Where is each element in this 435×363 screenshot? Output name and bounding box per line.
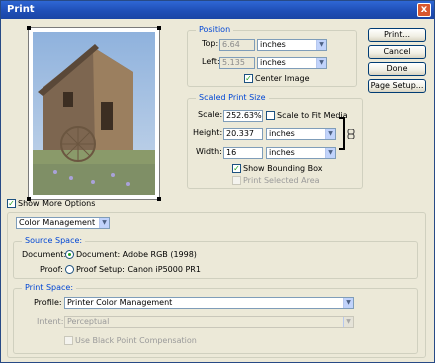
- print-selected-area-label: Print Selected Area: [243, 176, 320, 185]
- width-unit-select[interactable]: inches ▼: [266, 147, 336, 159]
- position-group-title: Position: [196, 25, 234, 34]
- more-options-group: Color Management ▼ Source Space: Documen…: [7, 212, 426, 358]
- width-input[interactable]: 16: [223, 147, 263, 159]
- chevron-down-icon[interactable]: ▼: [316, 40, 326, 50]
- proportion-bracket: [339, 117, 345, 150]
- page-setup-button[interactable]: Page Setup...: [368, 79, 426, 93]
- show-bounding-box-checkbox[interactable]: ✓: [232, 164, 241, 173]
- show-bounding-box-label: Show Bounding Box: [243, 164, 323, 173]
- show-more-options-label: Show More Options: [18, 199, 96, 208]
- print-dialog: Print x Position Top: 6.64 inches ▼ Left…: [0, 0, 435, 363]
- preview-handle[interactable]: [157, 26, 161, 30]
- proof-radio[interactable]: [65, 265, 74, 274]
- print-selected-area-checkbox[interactable]: [232, 176, 241, 185]
- chevron-down-icon[interactable]: ▼: [343, 317, 353, 327]
- source-space-group: Source Space: Document: Document: Adobe …: [13, 236, 418, 279]
- close-button[interactable]: x: [417, 3, 431, 17]
- left-unit-value: inches: [260, 58, 286, 67]
- scaled-print-size-group: Scaled Print Size Scale: 252.63% Scale t…: [187, 93, 363, 189]
- show-more-options-checkbox[interactable]: ✓: [7, 199, 16, 208]
- document-option-label: Document: Adobe RGB (1998): [76, 250, 197, 259]
- chevron-down-icon[interactable]: ▼: [99, 218, 109, 228]
- print-button[interactable]: Print...: [368, 28, 426, 42]
- options-type-select[interactable]: Color Management ▼: [16, 217, 110, 229]
- source-space-title: Source Space:: [22, 236, 86, 245]
- top-unit-value: inches: [260, 40, 286, 49]
- preview-image: [33, 32, 155, 195]
- preview-handle[interactable]: [27, 26, 31, 30]
- left-unit-select[interactable]: inches ▼: [257, 57, 327, 69]
- top-label: Top:: [202, 39, 219, 48]
- profile-label: Profile:: [34, 298, 62, 307]
- left-label: Left:: [202, 57, 220, 66]
- proof-label: Proof:: [40, 265, 63, 274]
- scale-to-fit-label: Scale to Fit Media: [277, 111, 348, 120]
- center-image-checkbox[interactable]: ✓: [244, 74, 253, 83]
- height-unit-value: inches: [269, 129, 295, 138]
- scale-input[interactable]: 252.63%: [223, 110, 263, 122]
- scale-label: Scale:: [198, 110, 223, 119]
- profile-select[interactable]: Printer Color Management ▼: [64, 297, 354, 309]
- chevron-down-icon[interactable]: ▼: [316, 58, 326, 68]
- profile-value: Printer Color Management: [67, 298, 173, 307]
- intent-label: Intent:: [37, 317, 64, 326]
- height-label: Height:: [193, 128, 223, 137]
- print-space-group: Print Space: Profile: Printer Color Mana…: [13, 283, 418, 354]
- height-input[interactable]: 20.337: [223, 128, 263, 140]
- document-label: Document:: [22, 250, 67, 259]
- position-group: Position Top: 6.64 inches ▼ Left: 5.135 …: [187, 25, 357, 87]
- left-input[interactable]: 5.135: [219, 57, 255, 69]
- print-preview[interactable]: [27, 26, 161, 201]
- proof-option-label: Proof Setup: Canon iP5000 PR1: [76, 265, 201, 274]
- options-type-value: Color Management: [19, 218, 96, 227]
- top-unit-select[interactable]: inches ▼: [257, 39, 327, 51]
- width-label: Width:: [196, 147, 222, 156]
- document-radio[interactable]: [65, 250, 74, 259]
- top-input[interactable]: 6.64: [219, 39, 255, 51]
- black-point-checkbox[interactable]: [64, 336, 73, 345]
- chevron-down-icon[interactable]: ▼: [325, 148, 335, 158]
- width-unit-value: inches: [269, 148, 295, 157]
- center-image-label: Center Image: [255, 74, 310, 83]
- title-bar: Print x: [1, 1, 434, 19]
- chevron-down-icon[interactable]: ▼: [343, 298, 353, 308]
- intent-select[interactable]: Perceptual ▼: [64, 316, 354, 328]
- window-title: Print: [7, 4, 35, 15]
- height-unit-select[interactable]: inches ▼: [266, 128, 336, 140]
- chevron-down-icon[interactable]: ▼: [325, 129, 335, 139]
- scaled-print-size-title: Scaled Print Size: [196, 93, 269, 102]
- black-point-label: Use Black Point Compensation: [75, 336, 197, 345]
- cancel-button[interactable]: Cancel: [368, 45, 426, 59]
- preview-handle[interactable]: [157, 197, 161, 201]
- chain-link-icon: [347, 129, 355, 139]
- done-button[interactable]: Done: [368, 62, 426, 76]
- print-space-title: Print Space:: [22, 283, 77, 292]
- scale-to-fit-checkbox[interactable]: [266, 111, 275, 120]
- intent-value: Perceptual: [67, 317, 110, 326]
